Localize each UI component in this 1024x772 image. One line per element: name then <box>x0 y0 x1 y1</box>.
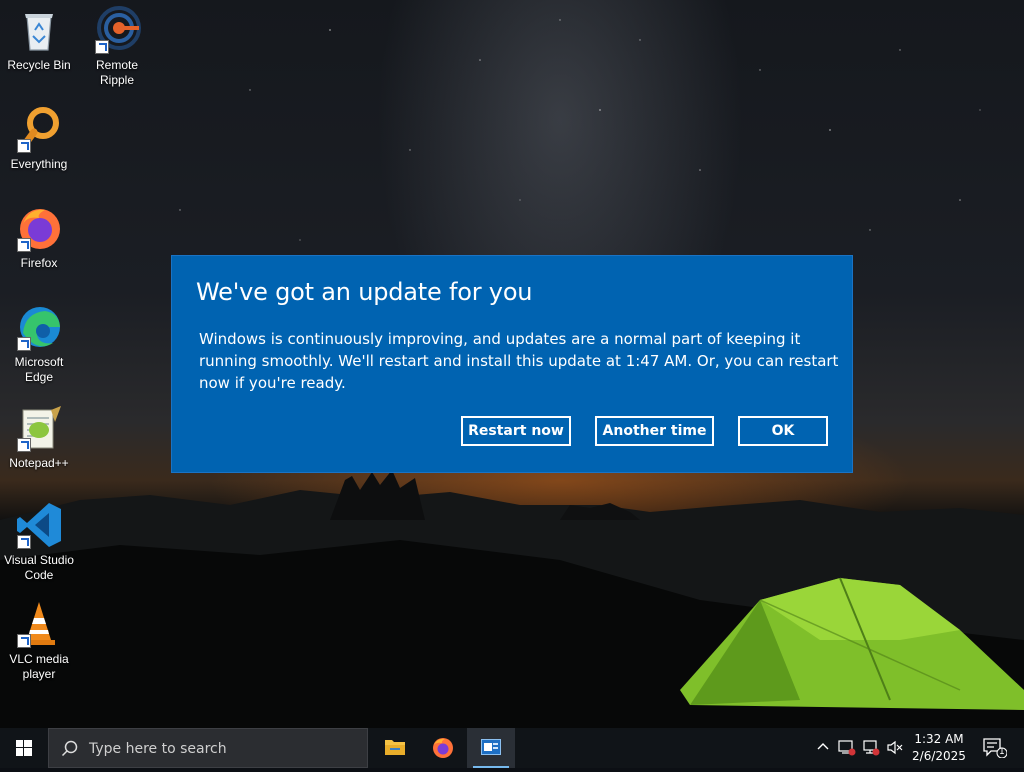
show-hidden-icons-button[interactable] <box>812 728 834 768</box>
desktop-icon-visual-studio-code[interactable]: Visual Studio Code <box>0 501 78 583</box>
window-app-icon <box>481 739 501 755</box>
chevron-up-icon <box>817 743 829 750</box>
desktop-icon-label: Notepad++ <box>9 456 69 470</box>
taskbar-clock[interactable]: 1:32 AM 2/6/2025 <box>906 731 972 765</box>
recycle-bin-icon <box>15 6 63 54</box>
dialog-title: We've got an update for you <box>196 278 533 306</box>
remote-ripple-icon <box>93 6 141 54</box>
desktop-icon-everything[interactable]: Everything <box>0 105 78 172</box>
windows-logo-icon <box>16 740 32 756</box>
desktop-icon-label: Recycle Bin <box>7 58 71 72</box>
desktop-icon-label: Remote Ripple <box>95 58 139 87</box>
firefox-icon <box>15 204 63 252</box>
notification-count-badge: 1 <box>999 747 1005 757</box>
desktop-icon-label: Visual Studio Code <box>4 553 74 582</box>
shortcut-arrow-icon <box>17 438 31 452</box>
desktop-icon-remote-ripple[interactable]: Remote Ripple <box>78 6 156 88</box>
desktop-icon-vlc-media-player[interactable]: VLC media player <box>0 600 78 682</box>
search-placeholder: Type here to search <box>89 741 227 757</box>
tray-volume[interactable] <box>884 728 906 768</box>
desktop-icon-firefox[interactable]: Firefox <box>0 204 78 271</box>
shortcut-arrow-icon <box>17 238 31 252</box>
search-icon <box>61 740 78 757</box>
taskbar-active-window[interactable] <box>467 728 515 768</box>
tray-network[interactable] <box>860 728 882 768</box>
vscode-icon <box>15 501 63 549</box>
volume-muted-icon <box>887 740 903 755</box>
security-warning-icon <box>838 740 856 756</box>
taskbar-firefox[interactable] <box>419 728 467 768</box>
shortcut-arrow-icon <box>17 139 31 153</box>
vlc-cone-icon <box>15 600 63 648</box>
dialog-message: Windows is continuously improving, and u… <box>199 330 839 392</box>
desktop-icon-label: VLC media player <box>9 652 69 681</box>
taskbar: Type here to search 1:32 AM 2/6/2025 1 <box>0 728 1024 768</box>
tray-security-alert[interactable] <box>836 728 858 768</box>
everything-search-icon <box>15 105 63 153</box>
shortcut-arrow-icon <box>95 40 109 54</box>
desktop-icon-notepad-plus-plus[interactable]: Notepad++ <box>0 404 78 471</box>
clock-date: 2/6/2025 <box>912 749 966 763</box>
start-button[interactable] <box>0 728 48 768</box>
taskbar-search-box[interactable]: Type here to search <box>48 728 368 768</box>
folder-icon <box>385 740 405 755</box>
desktop-icon-microsoft-edge[interactable]: Microsoft Edge <box>0 303 78 385</box>
notepad-plus-plus-icon <box>15 404 63 452</box>
update-dialog: We've got an update for you Windows is c… <box>172 256 852 472</box>
firefox-icon <box>433 738 453 758</box>
desktop-icon-label: Everything <box>10 157 68 171</box>
restart-now-button[interactable]: Restart now <box>461 416 571 446</box>
clock-time: 1:32 AM <box>914 732 964 746</box>
another-time-button[interactable]: Another time <box>595 416 714 446</box>
network-disconnected-icon <box>863 740 880 756</box>
desktop-icon-label: Microsoft Edge <box>14 355 64 384</box>
shortcut-arrow-icon <box>17 535 31 549</box>
shortcut-arrow-icon <box>17 337 31 351</box>
ok-button[interactable]: OK <box>738 416 828 446</box>
shortcut-arrow-icon <box>17 634 31 648</box>
desktop-icon-label: Firefox <box>20 256 58 270</box>
desktop-icon-recycle-bin[interactable]: Recycle Bin <box>0 6 78 73</box>
edge-icon <box>15 303 63 351</box>
action-center-button[interactable]: 1 <box>978 728 1012 768</box>
taskbar-file-explorer[interactable] <box>371 728 419 768</box>
